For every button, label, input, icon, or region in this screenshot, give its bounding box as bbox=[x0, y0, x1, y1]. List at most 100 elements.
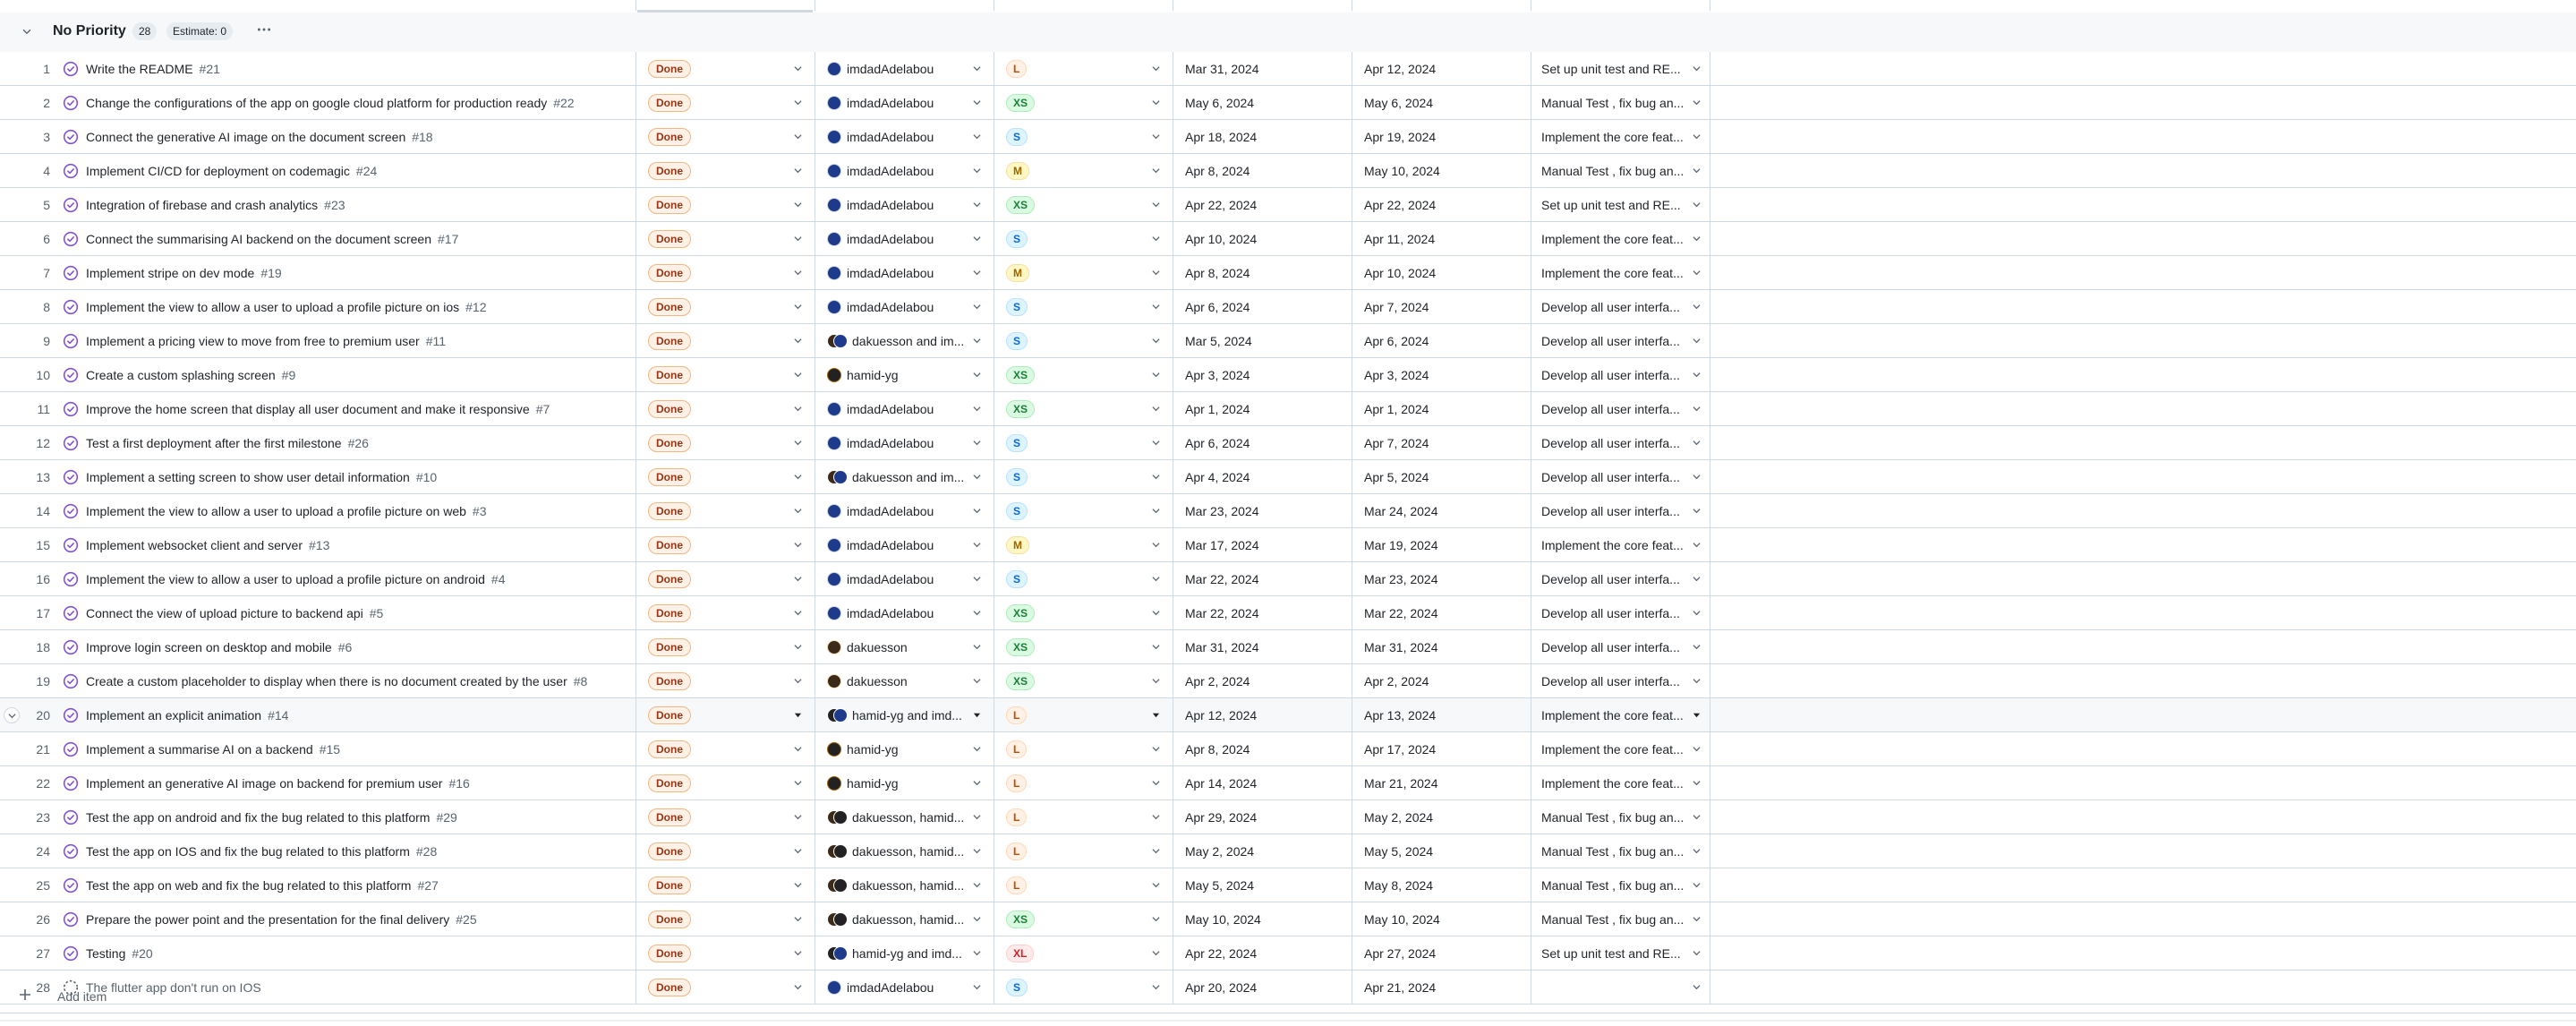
table-row[interactable]: 5 Integration of firebase and crash analy… bbox=[0, 188, 2576, 222]
table-row[interactable]: 16 Implement the view to allow a user to … bbox=[0, 562, 2576, 596]
chevron-down-icon[interactable] bbox=[1152, 235, 1160, 244]
start-date-cell[interactable]: Apr 29, 2024 bbox=[1174, 800, 1350, 834]
milestone-cell[interactable]: Develop all user interfa... bbox=[1532, 324, 1708, 357]
issue-title-link[interactable]: Implement an explicit animation bbox=[86, 708, 261, 722]
start-date-cell[interactable]: Apr 10, 2024 bbox=[1174, 222, 1350, 255]
chevron-down-icon[interactable] bbox=[1693, 711, 1701, 721]
issue-title-link[interactable]: Improve the home screen that display all… bbox=[86, 402, 530, 416]
milestone-cell[interactable]: Manual Test , fix bug an... bbox=[1532, 800, 1708, 834]
chevron-down-icon[interactable] bbox=[1152, 915, 1160, 925]
chevron-down-icon[interactable] bbox=[1152, 201, 1160, 210]
milestone-cell[interactable]: Set up unit test and RE... bbox=[1532, 936, 1708, 970]
assignees-cell[interactable]: dakuesson bbox=[816, 664, 992, 697]
issue-title-link[interactable]: Prepare the power point and the presenta… bbox=[86, 912, 449, 927]
status-cell[interactable]: Done bbox=[637, 256, 813, 289]
chevron-down-icon[interactable] bbox=[1693, 507, 1701, 517]
table-row[interactable]: 1 Write the README #21 Done imdadAdelabou L Ma… bbox=[0, 52, 2576, 86]
size-cell[interactable]: S bbox=[995, 290, 1171, 323]
chevron-down-icon[interactable] bbox=[973, 541, 981, 551]
status-cell[interactable]: Done bbox=[637, 562, 813, 595]
assignees-cell[interactable]: dakuesson, hamid... bbox=[816, 800, 992, 834]
chevron-down-icon[interactable] bbox=[973, 473, 981, 483]
chevron-down-icon[interactable] bbox=[1152, 779, 1160, 789]
chevron-down-icon[interactable] bbox=[1693, 813, 1701, 823]
chevron-down-icon[interactable] bbox=[1693, 64, 1701, 74]
milestone-cell[interactable]: Set up unit test and RE... bbox=[1532, 188, 1708, 221]
chevron-down-icon[interactable] bbox=[973, 881, 981, 891]
status-cell[interactable]: Done bbox=[637, 596, 813, 629]
table-row[interactable]: 9 Implement a pricing view to move from f… bbox=[0, 324, 2576, 358]
issue-title-link[interactable]: Implement stripe on dev mode bbox=[86, 266, 254, 280]
table-row[interactable]: 15 Implement websocket client and server #… bbox=[0, 528, 2576, 562]
issue-title-link[interactable]: Integration of firebase and crash analyt… bbox=[86, 198, 318, 212]
chevron-down-icon[interactable] bbox=[794, 745, 802, 755]
chevron-down-icon[interactable] bbox=[1693, 609, 1701, 619]
chevron-down-icon[interactable] bbox=[1152, 541, 1160, 551]
milestone-cell[interactable]: Manual Test , fix bug an... bbox=[1532, 86, 1708, 119]
assignees-cell[interactable]: hamid-yg bbox=[816, 732, 992, 765]
start-date-cell[interactable]: Apr 8, 2024 bbox=[1174, 732, 1350, 765]
chevron-down-icon[interactable] bbox=[794, 269, 802, 278]
issue-title-link[interactable]: Implement a setting screen to show user … bbox=[86, 470, 410, 484]
title-cell[interactable]: Test the app on android and fix the bug … bbox=[63, 800, 627, 834]
title-cell[interactable]: Connect the summarising AI backend on th… bbox=[63, 222, 627, 255]
chevron-down-icon[interactable] bbox=[1152, 473, 1160, 483]
status-cell[interactable]: Done bbox=[637, 426, 813, 459]
issue-title-link[interactable]: Implement CI/CD for deployment on codema… bbox=[86, 164, 350, 178]
chevron-down-icon[interactable] bbox=[794, 779, 802, 789]
table-row[interactable]: 4 Implement CI/CD for deployment on codem… bbox=[0, 154, 2576, 188]
status-cell[interactable]: Done bbox=[637, 834, 813, 868]
size-cell[interactable]: XS bbox=[995, 902, 1171, 936]
chevron-down-icon[interactable] bbox=[794, 609, 802, 619]
title-cell[interactable]: Test a first deployment after the first … bbox=[63, 426, 627, 459]
assignees-cell[interactable]: hamid-yg and imd... bbox=[816, 698, 992, 731]
title-cell[interactable]: Implement an generative AI image on back… bbox=[63, 766, 627, 799]
start-date-cell[interactable]: Mar 22, 2024 bbox=[1174, 562, 1350, 595]
chevron-down-icon[interactable] bbox=[1693, 881, 1701, 891]
chevron-down-icon[interactable] bbox=[973, 98, 981, 108]
start-date-cell[interactable]: Apr 6, 2024 bbox=[1174, 290, 1350, 323]
table-row[interactable]: 10 Create a custom splashing screen #9 Done… bbox=[0, 358, 2576, 392]
kebab-horizontal-icon[interactable] bbox=[256, 21, 272, 42]
assignees-cell[interactable]: imdadAdelabou bbox=[816, 86, 992, 119]
end-date-cell[interactable]: Apr 1, 2024 bbox=[1353, 392, 1529, 425]
start-date-cell[interactable]: May 2, 2024 bbox=[1174, 834, 1350, 868]
milestone-cell[interactable]: Implement the core feat... bbox=[1532, 732, 1708, 765]
chevron-down-icon[interactable] bbox=[794, 133, 802, 142]
end-date-cell[interactable]: May 2, 2024 bbox=[1353, 800, 1529, 834]
chevron-down-icon[interactable] bbox=[1693, 915, 1701, 925]
status-cell[interactable]: Done bbox=[637, 52, 813, 85]
end-date-cell[interactable]: Apr 17, 2024 bbox=[1353, 732, 1529, 765]
start-date-cell[interactable]: Apr 2, 2024 bbox=[1174, 664, 1350, 697]
end-date-cell[interactable]: Apr 13, 2024 bbox=[1353, 698, 1529, 731]
status-cell[interactable]: Done bbox=[637, 800, 813, 834]
chevron-down-icon[interactable] bbox=[794, 473, 802, 483]
chevron-down-icon[interactable] bbox=[794, 881, 802, 891]
size-cell[interactable]: M bbox=[995, 256, 1171, 289]
start-date-cell[interactable]: Apr 14, 2024 bbox=[1174, 766, 1350, 799]
table-row[interactable]: 8 Implement the view to allow a user to u… bbox=[0, 290, 2576, 324]
end-date-cell[interactable]: May 6, 2024 bbox=[1353, 86, 1529, 119]
chevron-down-icon[interactable] bbox=[973, 133, 981, 142]
issue-title-link[interactable]: Implement websocket client and server bbox=[86, 538, 303, 552]
chevron-down-icon[interactable] bbox=[973, 813, 981, 823]
chevron-down-icon[interactable] bbox=[794, 201, 802, 210]
table-row[interactable]: 13 Implement a setting screen to show use… bbox=[0, 460, 2576, 494]
chevron-down-icon[interactable] bbox=[794, 575, 802, 585]
chevron-down-icon[interactable] bbox=[794, 337, 802, 346]
milestone-cell[interactable]: Manual Test , fix bug an... bbox=[1532, 154, 1708, 187]
chevron-down-icon[interactable] bbox=[794, 98, 802, 108]
chevron-down-icon[interactable] bbox=[794, 847, 802, 857]
end-date-cell[interactable]: Mar 21, 2024 bbox=[1353, 766, 1529, 799]
issue-title-link[interactable]: Implement the view to allow a user to up… bbox=[86, 300, 459, 314]
chevron-down-icon[interactable] bbox=[1693, 643, 1701, 653]
end-date-cell[interactable]: Apr 22, 2024 bbox=[1353, 188, 1529, 221]
end-date-cell[interactable]: Apr 19, 2024 bbox=[1353, 120, 1529, 153]
status-cell[interactable]: Done bbox=[637, 868, 813, 902]
table-row[interactable]: 25 Test the app on web and fix the bug re… bbox=[0, 868, 2576, 902]
chevron-down-icon[interactable] bbox=[973, 439, 981, 449]
assignees-cell[interactable]: imdadAdelabou bbox=[816, 52, 992, 85]
chevron-down-icon[interactable] bbox=[794, 643, 802, 653]
size-cell[interactable]: XS bbox=[995, 392, 1171, 425]
status-cell[interactable]: Done bbox=[637, 222, 813, 255]
